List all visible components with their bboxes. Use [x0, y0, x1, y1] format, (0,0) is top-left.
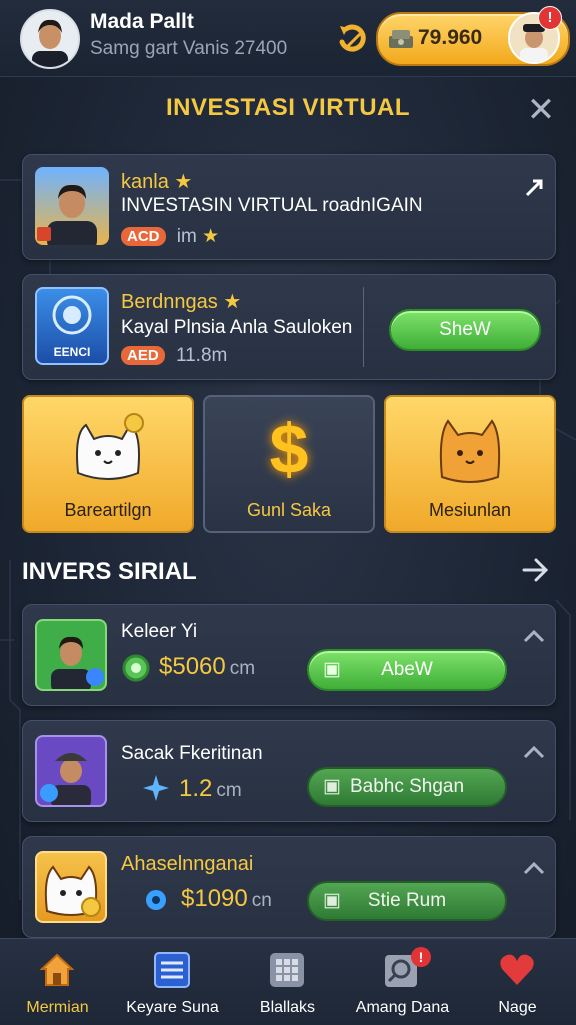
user-avatar[interactable] — [20, 9, 80, 69]
person-icon — [51, 636, 104, 689]
list-thumbnail — [35, 735, 107, 807]
card-title: kanla — [121, 171, 169, 193]
nav-item-amang-dana[interactable]: ! Amang Dana — [345, 947, 460, 1023]
card-meta-value: 11.8m — [175, 345, 228, 366]
list-item-amount-row: $1090 cn — [181, 885, 272, 913]
cash-icon: ▣ — [323, 890, 341, 911]
list-thumbnail — [35, 619, 107, 691]
nav-item-nage[interactable]: Nage — [460, 947, 575, 1023]
card-meta-value: im — [176, 226, 197, 247]
target-icon — [52, 295, 92, 335]
bottom-nav: Mermian Keyare Suna Blallaks ! Amang Dan… — [0, 938, 576, 1025]
featured-card-1[interactable]: kanla ★ INVESTASIN VIRTUAL roadnIGAIN AC… — [22, 154, 556, 260]
nav-item-mermian[interactable]: Mermian — [0, 947, 115, 1023]
list-item-name: Sacak Fkeritinan — [121, 743, 263, 764]
tile-mesiunlan[interactable]: Mesiunlan — [384, 395, 556, 533]
top-bar: Mada Pallt Samg gart Vanis 27400 79.960 … — [0, 0, 576, 77]
currency-tag: AED — [121, 346, 165, 366]
notification-badge[interactable]: ! — [538, 6, 562, 30]
section-title: INVERS SIRIAL — [22, 558, 197, 585]
tile-label: Mesiunlan — [428, 500, 512, 520]
user-subtitle: Samg gart Vanis 27400 — [90, 38, 288, 59]
list-item-unit: cm — [216, 780, 242, 801]
list-item-amount-row: $5060 cm — [159, 653, 255, 681]
list-item-name: Ahaselnnganai — [121, 853, 254, 875]
nav-label: Amang Dana — [355, 999, 450, 1016]
dollar-icon: $ — [269, 410, 309, 488]
fox-icon — [439, 419, 501, 483]
card-thumbnail — [35, 167, 109, 245]
grid-icon — [270, 953, 304, 987]
gear-icon — [146, 890, 166, 910]
show-button[interactable]: SheW — [389, 309, 541, 351]
chevron-up-icon[interactable] — [523, 861, 545, 875]
list-item-unit: cm — [229, 658, 256, 679]
arrow-right-icon[interactable] — [520, 554, 552, 586]
list-item-button[interactable]: ▣ Babhc Shgan — [307, 767, 507, 807]
page-title: INVESTASI VIRTUAL — [165, 94, 411, 121]
chevron-up-icon[interactable] — [523, 629, 545, 643]
nav-label: Keyare Suna — [126, 999, 219, 1016]
tile-label: Bareartilgn — [64, 500, 152, 520]
expand-icon[interactable] — [523, 177, 545, 199]
nav-label: Mermian — [26, 999, 89, 1016]
refresh-icon[interactable] — [334, 20, 370, 56]
coin-icon — [122, 654, 150, 682]
list-icon — [154, 952, 190, 988]
balance-value: 79.960 — [418, 26, 483, 49]
list-item-button[interactable]: ▣ Stie Rum — [307, 881, 507, 921]
cat-icon — [44, 865, 101, 917]
list-item-amount: $5060 — [159, 653, 226, 680]
list-item-button-label: Stie Rum — [367, 890, 447, 911]
list-thumbnail — [35, 851, 107, 923]
chevron-up-icon[interactable] — [523, 745, 545, 759]
nav-label: Nage — [498, 999, 537, 1016]
card-title-row: Berdnngas ★ — [121, 289, 241, 314]
star-icon: ★ — [202, 226, 220, 247]
star-icon: ★ — [174, 171, 193, 193]
list-item[interactable]: Sacak Fkeritinan 1.2 cm ▣ Babhc Shgan — [22, 720, 556, 822]
featured-card-2[interactable]: EENCI Berdnngas ★ Kayal Plnsia Anla Saul… — [22, 274, 556, 380]
list-item-name: Keleer Yi — [121, 621, 198, 642]
list-item-button-label: AbeW — [381, 659, 433, 680]
close-button[interactable]: ✕ — [526, 93, 556, 127]
sparkle-icon — [143, 775, 169, 801]
nav-item-keyare-suna[interactable]: Keyare Suna — [115, 947, 230, 1023]
heart-icon — [500, 954, 534, 985]
thumbnail-label: EENCI — [53, 345, 91, 359]
person-icon — [37, 184, 97, 245]
card-description: Kayal Plnsia Anla Sauloken — [121, 317, 353, 338]
tile-label: Gunl Saka — [246, 500, 332, 520]
home-icon — [39, 953, 75, 986]
card-title: Berdnngas — [121, 291, 218, 313]
list-item-amount: $1090 — [181, 885, 248, 912]
card-description: INVESTASIN VIRTUAL roadnIGAIN — [121, 195, 423, 216]
list-item-unit: cn — [251, 890, 272, 911]
list-item[interactable]: Ahaselnnganai $1090 cn ▣ Stie Rum — [22, 836, 556, 938]
list-item-button-label: Babhc Shgan — [349, 776, 465, 797]
person-icon — [40, 753, 91, 805]
card-meta-row: ACD im ★ — [121, 225, 219, 248]
tile-bareartilgn[interactable]: Bareartilgn — [22, 395, 194, 533]
nav-badge: ! — [411, 947, 431, 967]
divider — [363, 287, 364, 367]
cat-icon — [76, 413, 144, 480]
user-name: Mada Pallt — [90, 10, 194, 33]
card-thumbnail: EENCI — [35, 287, 109, 365]
card-title-row: kanla ★ — [121, 169, 192, 194]
cash-icon: ▣ — [323, 776, 341, 797]
star-icon: ★ — [223, 291, 242, 313]
cash-stack-icon — [389, 30, 413, 48]
card-meta-row: AED 11.8m — [121, 345, 227, 367]
list-item[interactable]: Keleer Yi $5060 cm ▣ AbeW — [22, 604, 556, 706]
nav-item-blallaks[interactable]: Blallaks — [230, 947, 345, 1023]
cash-icon: ▣ — [323, 659, 341, 680]
currency-tag: ACD — [121, 227, 166, 247]
nav-label: Blallaks — [259, 999, 316, 1016]
tile-gunl-saka[interactable]: $ Gunl Saka — [203, 395, 375, 533]
list-item-button[interactable]: ▣ AbeW — [307, 649, 507, 691]
list-item-amount-row: 1.2 cm — [179, 775, 242, 803]
list-item-amount: 1.2 — [179, 775, 213, 802]
